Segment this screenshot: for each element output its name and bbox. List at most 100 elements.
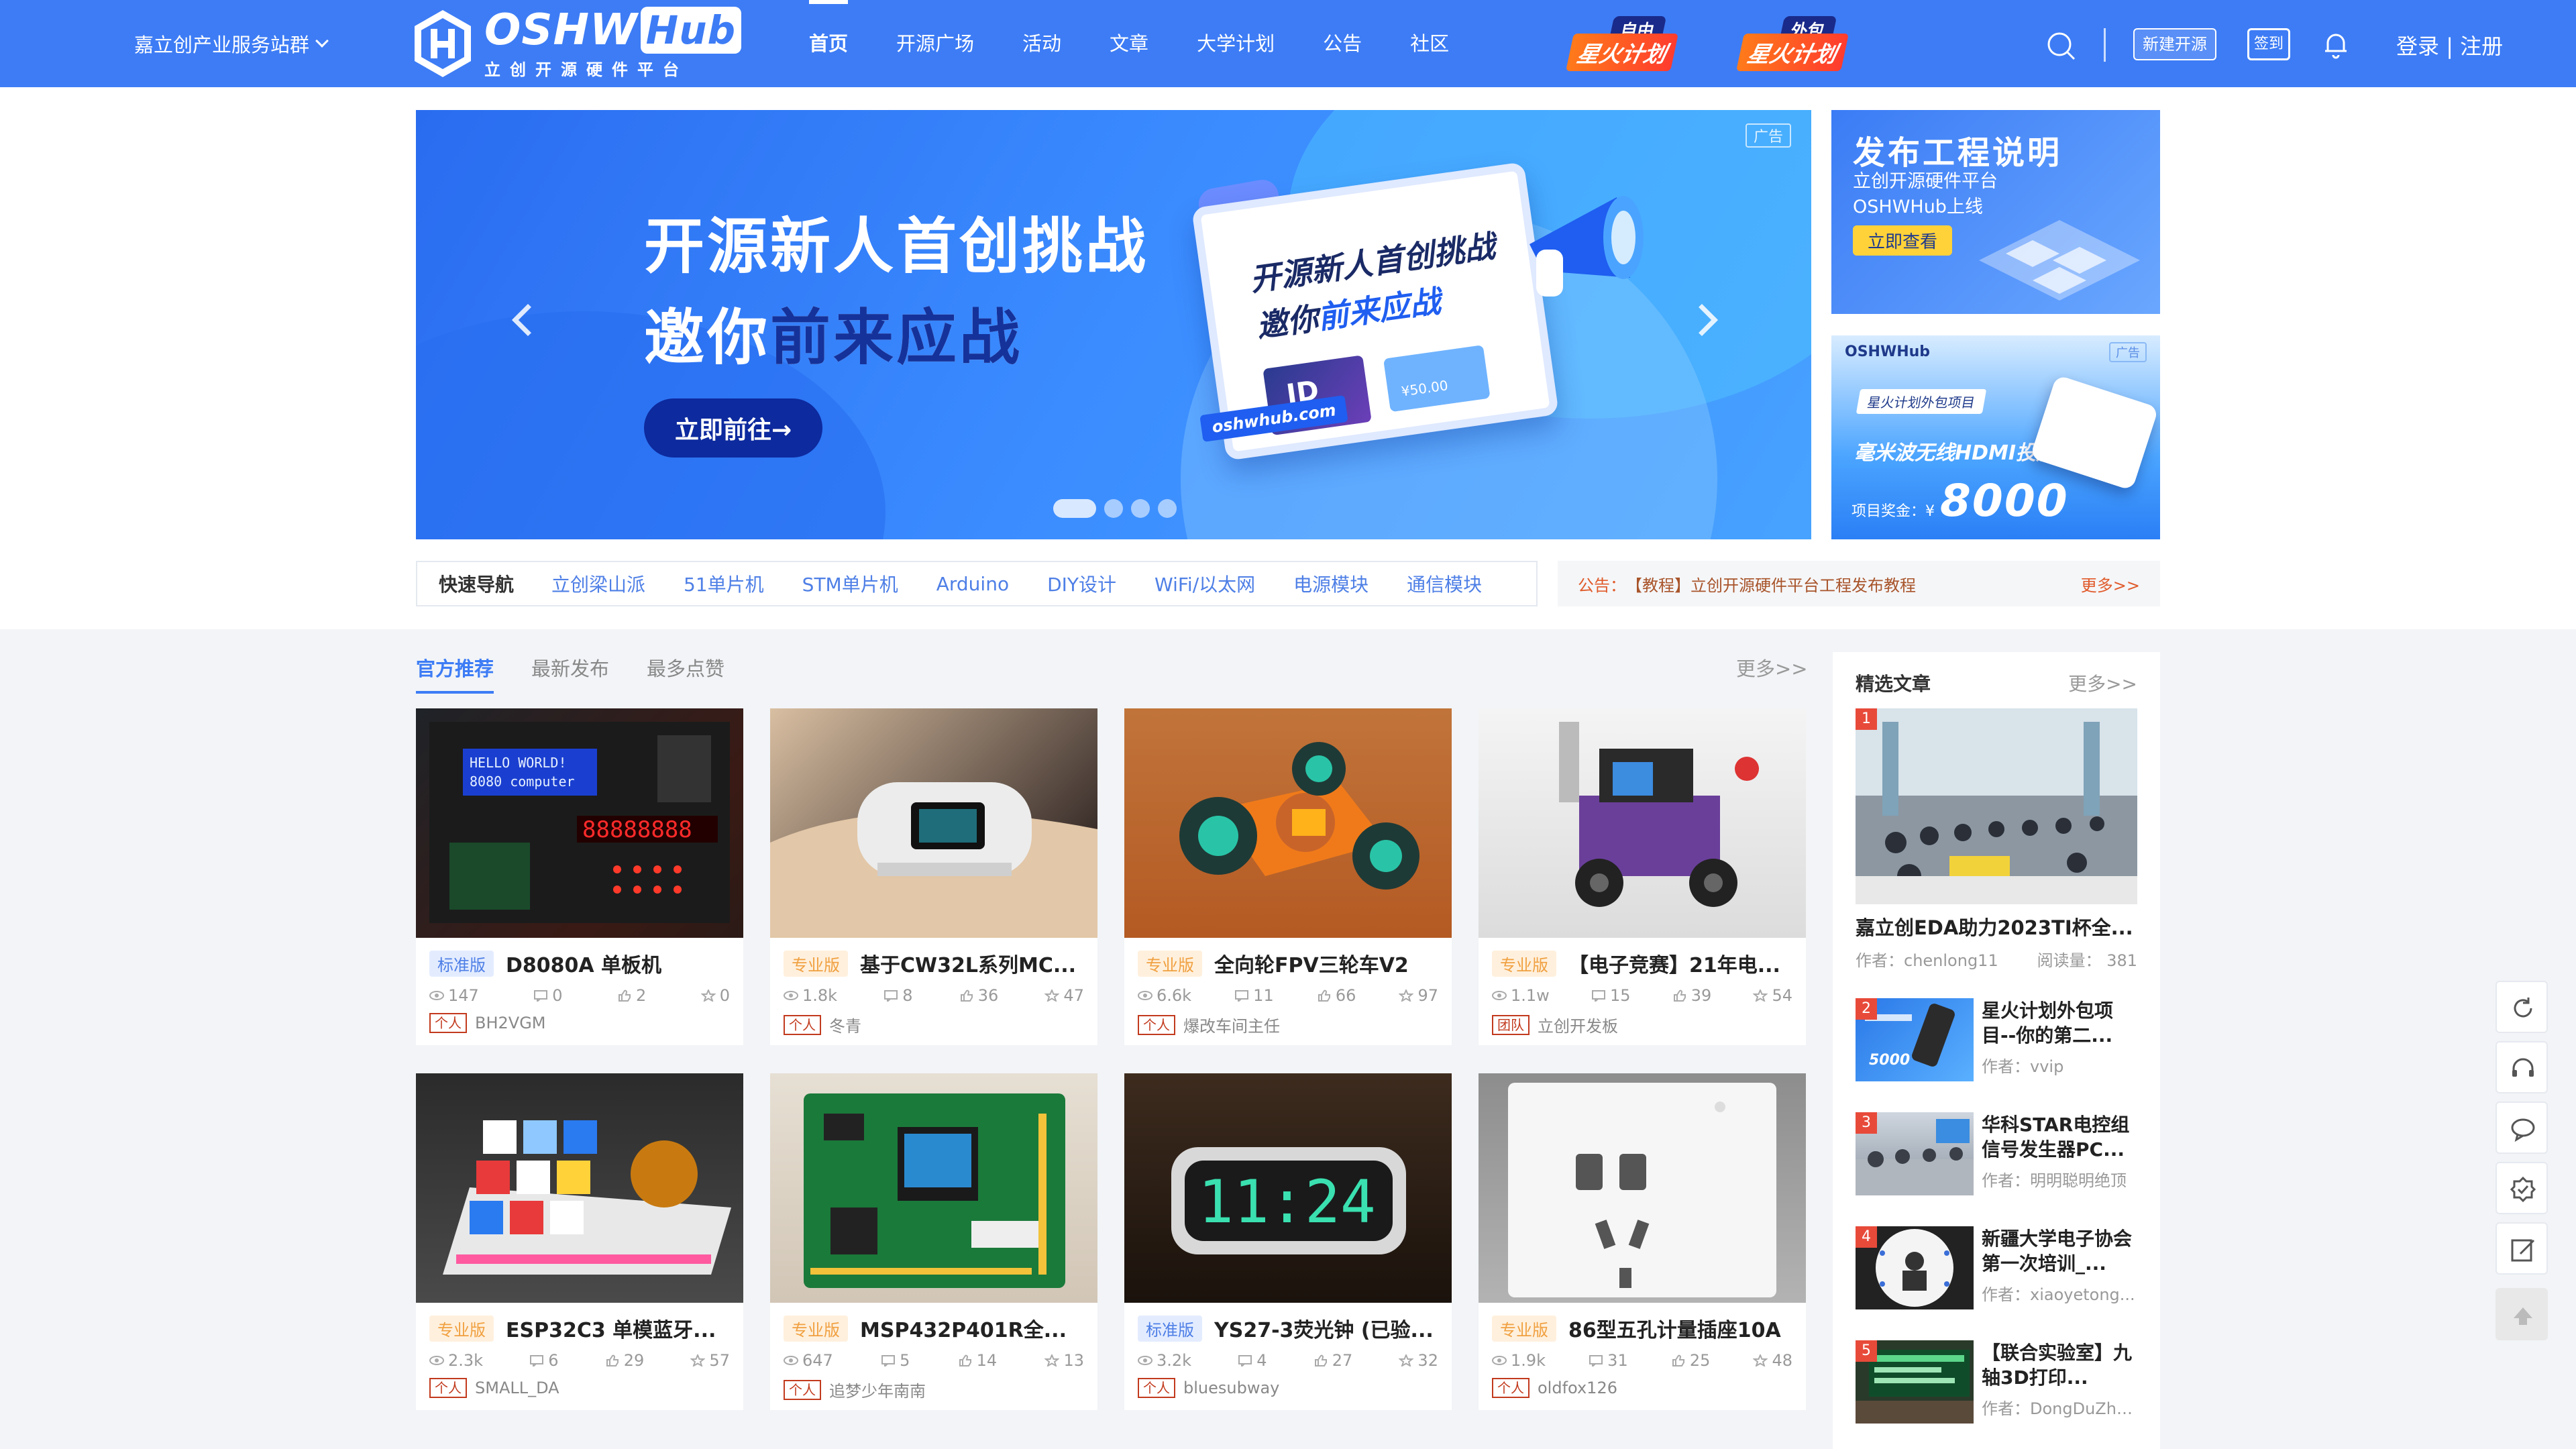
- project-title[interactable]: D8080A 单板机: [506, 949, 661, 978]
- project-card[interactable]: 专业版 【电子竞赛】21年电... 1.1w 15 39 54 团队 立创开发板: [1479, 708, 1806, 1045]
- author-name[interactable]: oldfox126: [1538, 1379, 1617, 1397]
- banner-dot-1[interactable]: [1053, 499, 1096, 518]
- author-name[interactable]: SMALL_DA: [475, 1379, 559, 1397]
- search-icon[interactable]: [2046, 31, 2076, 60]
- stars-stat[interactable]: 54: [1753, 986, 1792, 1005]
- stars-stat[interactable]: 48: [1753, 1351, 1792, 1370]
- project-title[interactable]: 86型五孔计量插座10A: [1568, 1313, 1781, 1343]
- quick-nav-item[interactable]: 立创梁山派: [551, 570, 645, 597]
- new-project-button[interactable]: 新建开源: [2133, 28, 2216, 60]
- article-item[interactable]: 1 嘉立创EDA助力2023TI杯全... 作者：chenlong11 阅读量：…: [1856, 708, 2137, 971]
- stars-stat[interactable]: 57: [690, 1351, 730, 1370]
- project-card[interactable]: 专业版 全向轮FPV三轮车V2 6.6k 11 66 97 个人 爆改车间主任: [1124, 708, 1452, 1045]
- project-title[interactable]: ESP32C3 单模蓝牙...: [506, 1313, 716, 1343]
- spark-plan-outsource-badge[interactable]: 外包 星火计划: [1736, 16, 1849, 71]
- author-name[interactable]: 立创开发板: [1538, 1013, 1618, 1036]
- quick-nav-item[interactable]: 51单片机: [684, 570, 764, 597]
- project-card[interactable]: 11:24 标准版 YS27-3荧光钟 (已验... 3.2k 4 27 32 个人 blues…: [1124, 1073, 1452, 1410]
- project-title[interactable]: 基于CW32L系列MC...: [860, 949, 1076, 978]
- login-link[interactable]: 登录: [2396, 34, 2439, 59]
- author-name[interactable]: 冬青: [829, 1013, 861, 1036]
- article-item[interactable]: 4 新疆大学电子协会第一次培训_... 作者：xiaoyetong...: [1856, 1226, 2137, 1309]
- project-thumbnail[interactable]: 11:24: [1124, 1073, 1452, 1303]
- notice-link[interactable]: 【教程】立创开源硬件平台工程发布教程: [1626, 572, 2081, 596]
- project-thumbnail[interactable]: [1479, 1073, 1806, 1303]
- project-thumbnail[interactable]: [770, 708, 1097, 938]
- support-float-button[interactable]: [2496, 1041, 2548, 1093]
- banner-dot-3[interactable]: [1131, 499, 1150, 518]
- nav-home[interactable]: 首页: [785, 0, 872, 87]
- article-item[interactable]: 5 【联合实验室】九轴3D打印... 作者：DongDuZhi...: [1856, 1340, 2137, 1424]
- site-logo[interactable]: OSHW Hub 立创开源硬件平台: [411, 7, 742, 80]
- quick-nav-item[interactable]: 电源模块: [1293, 570, 1368, 597]
- author-name[interactable]: 爆改车间主任: [1183, 1013, 1280, 1036]
- article-title[interactable]: 新疆大学电子协会第一次培训_...: [1982, 1226, 2136, 1276]
- banner-dot-2[interactable]: [1104, 499, 1123, 518]
- quick-nav-item[interactable]: STM单片机: [802, 570, 898, 597]
- author-name[interactable]: BH2VGM: [475, 1014, 546, 1032]
- chat-float-button[interactable]: [2496, 1102, 2548, 1154]
- likes-stat[interactable]: 27: [1313, 1351, 1352, 1370]
- quick-nav-item[interactable]: WiFi/以太网: [1155, 570, 1255, 597]
- nav-university[interactable]: 大学计划: [1173, 0, 1299, 87]
- project-card[interactable]: 专业版 86型五孔计量插座10A 1.9k 31 25 48 个人 oldfox126: [1479, 1073, 1806, 1410]
- spark-outsource-ad[interactable]: OSHWHub 广告 星火计划外包项目 毫米波无线HDMI投屏器 项目奖金：¥ 8…: [1831, 335, 2160, 539]
- stars-stat[interactable]: 97: [1399, 986, 1438, 1005]
- stars-stat[interactable]: 0: [700, 986, 730, 1005]
- bell-icon[interactable]: [2320, 28, 2352, 60]
- release-guide-cta[interactable]: 立即查看: [1853, 225, 1953, 256]
- banner-cta-button[interactable]: 立即前往→: [644, 398, 823, 458]
- articles-more-link[interactable]: 更多>>: [2068, 669, 2137, 696]
- banner-dot-4[interactable]: [1158, 499, 1177, 518]
- nav-announcements[interactable]: 公告: [1299, 0, 1386, 87]
- nav-activities[interactable]: 活动: [998, 0, 1085, 87]
- nav-community[interactable]: 社区: [1386, 0, 1473, 87]
- spark-plan-free-badge[interactable]: 自由 星火计划: [1566, 16, 1678, 71]
- refresh-float-button[interactable]: [2496, 981, 2548, 1033]
- stars-stat[interactable]: 32: [1399, 1351, 1438, 1370]
- tab-latest[interactable]: 最新发布: [531, 653, 609, 694]
- projects-more-link[interactable]: 更多>>: [1736, 653, 1808, 682]
- likes-stat[interactable]: 25: [1671, 1351, 1710, 1370]
- quick-nav-item[interactable]: 通信模块: [1407, 570, 1482, 597]
- edit-float-button[interactable]: [2496, 1222, 2548, 1275]
- project-thumbnail[interactable]: [1124, 708, 1452, 938]
- project-title[interactable]: 【电子竞赛】21年电...: [1568, 949, 1780, 978]
- project-title[interactable]: YS27-3荧光钟 (已验...: [1214, 1313, 1434, 1343]
- article-item[interactable]: 5000 2 星火计划外包项目--你的第二... 作者：vvip: [1856, 998, 2137, 1081]
- project-thumbnail[interactable]: HELLO WORLD! 8080 computer 88888888: [416, 708, 743, 938]
- stars-stat[interactable]: 47: [1044, 986, 1084, 1005]
- project-title[interactable]: 全向轮FPV三轮车V2: [1214, 949, 1409, 978]
- sign-in-button[interactable]: 签到: [2247, 28, 2290, 60]
- station-dropdown[interactable]: 嘉立创产业服务站群: [134, 30, 329, 58]
- notice-more-link[interactable]: 更多>>: [2081, 572, 2140, 596]
- likes-stat[interactable]: 36: [959, 986, 998, 1005]
- likes-stat[interactable]: 39: [1672, 986, 1711, 1005]
- quick-nav-item[interactable]: Arduino: [936, 573, 1009, 595]
- tab-official[interactable]: 官方推荐: [416, 653, 494, 694]
- article-title[interactable]: 华科STAR电控组信号发生器PC...: [1982, 1112, 2136, 1162]
- article-title[interactable]: 星火计划外包项目--你的第二...: [1982, 998, 2136, 1048]
- likes-stat[interactable]: 66: [1317, 986, 1356, 1005]
- back-to-top-button[interactable]: [2496, 1288, 2548, 1340]
- project-thumbnail[interactable]: [416, 1073, 743, 1303]
- project-card[interactable]: 专业版 ESP32C3 单模蓝牙... 2.3k 6 29 57 个人 SMALL_DA: [416, 1073, 743, 1410]
- project-thumbnail[interactable]: [770, 1073, 1097, 1303]
- likes-stat[interactable]: 2: [617, 986, 646, 1005]
- project-card[interactable]: 专业版 基于CW32L系列MC... 1.8k 8 36 47 个人 冬青: [770, 708, 1097, 1045]
- author-name[interactable]: bluesubway: [1183, 1379, 1279, 1397]
- tab-most-liked[interactable]: 最多点赞: [647, 653, 724, 694]
- verify-float-button[interactable]: [2496, 1162, 2548, 1214]
- release-guide-ad[interactable]: 发布工程说明 立创开源硬件平台 OSHWHub上线 立即查看: [1831, 110, 2160, 314]
- stars-stat[interactable]: 13: [1044, 1351, 1084, 1370]
- project-card[interactable]: 专业版 MSP432P401R全... 647 5 14 13 个人 追梦少年南南: [770, 1073, 1097, 1410]
- project-card[interactable]: HELLO WORLD! 8080 computer 88888888 标准版 D808…: [416, 708, 743, 1045]
- quick-nav-item[interactable]: DIY设计: [1047, 570, 1116, 597]
- article-item[interactable]: 3 华科STAR电控组信号发生器PC... 作者：明明聪明绝顶: [1856, 1112, 2137, 1195]
- likes-stat[interactable]: 14: [958, 1351, 997, 1370]
- hero-banner[interactable]: 广告 开源新人首创挑战 邀你前来应战 立即前往→ 开源新人首创挑战 邀你前来应战…: [416, 110, 1811, 539]
- article-title[interactable]: 嘉立创EDA助力2023TI杯全...: [1856, 912, 2137, 941]
- article-title[interactable]: 【联合实验室】九轴3D打印...: [1982, 1340, 2136, 1390]
- author-name[interactable]: 追梦少年南南: [829, 1378, 926, 1401]
- project-title[interactable]: MSP432P401R全...: [860, 1313, 1067, 1343]
